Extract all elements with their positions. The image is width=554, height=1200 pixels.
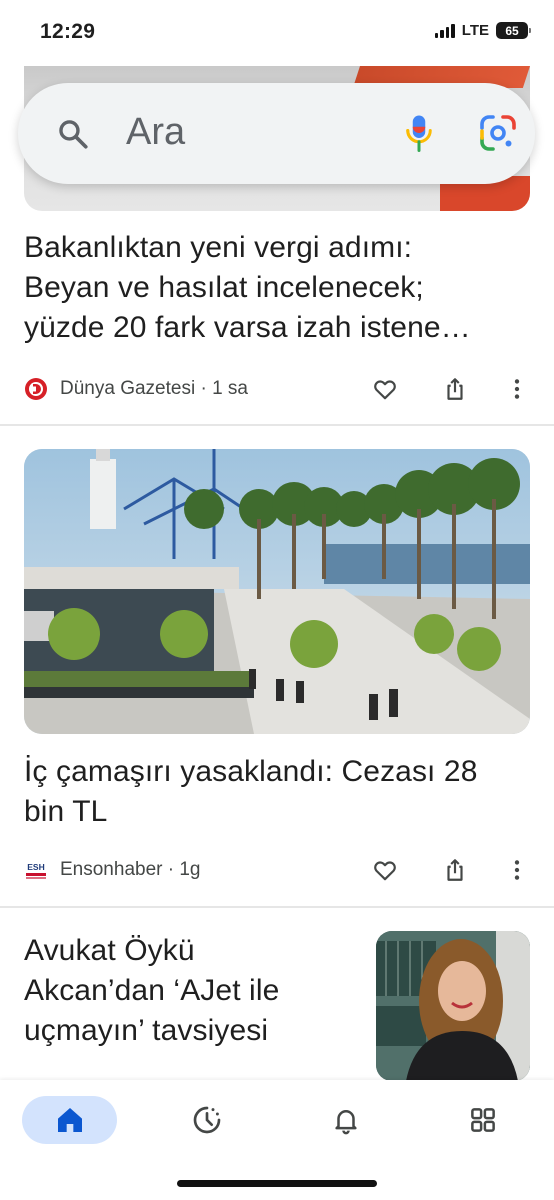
home-icon <box>57 1108 82 1132</box>
search-input[interactable]: Ara <box>126 111 185 154</box>
headline-line: uçmayın’ tavsiyesi <box>24 1014 269 1047</box>
ensonhaber-logo-icon: ESH <box>26 862 46 879</box>
grid-icon <box>471 1108 495 1132</box>
heart-icon[interactable] <box>372 376 398 402</box>
article-3-thumbnail[interactable] <box>376 931 530 1081</box>
heart-icon[interactable] <box>372 857 398 883</box>
share-icon[interactable] <box>442 376 468 402</box>
article-actions <box>370 374 530 404</box>
article-3-headline[interactable]: Avukat Öykü Akcan’dan ‘AJet ile uçmayın’… <box>24 931 354 1051</box>
nav-home[interactable] <box>22 1096 117 1144</box>
divider <box>0 906 554 908</box>
search-icon <box>59 120 88 149</box>
article-source: Dünya Gazetesi · 1 sa <box>60 378 248 399</box>
headline-line: Avukat Öykü <box>24 934 195 967</box>
status-indicators: LTE 65 <box>434 22 531 39</box>
headline-line: Akcan’dan ‘AJet ile <box>24 974 280 1007</box>
dunya-gazetesi-logo-icon <box>25 378 47 400</box>
article-2-meta: ESH Ensonhaber · 1g <box>24 855 530 885</box>
article-1-meta: Dünya Gazetesi · 1 sa <box>24 374 530 404</box>
svg-text:ESH: ESH <box>27 862 44 872</box>
home-indicator[interactable] <box>177 1180 377 1187</box>
share-icon[interactable] <box>442 857 468 883</box>
headline-line: bin TL <box>24 795 108 828</box>
portrait-photo <box>376 931 530 1081</box>
nav-notifications[interactable] <box>322 1096 370 1144</box>
article-source: Ensonhaber · 1g <box>60 859 201 880</box>
nav-collections[interactable] <box>459 1096 507 1144</box>
divider <box>0 424 554 426</box>
microphone-icon[interactable] <box>404 113 434 153</box>
status-bar: 12:29 LTE 65 <box>0 0 554 66</box>
bell-icon <box>335 1110 357 1135</box>
signal-icon <box>434 23 455 38</box>
article-1-headline[interactable]: Bakanlıktan yeni vergi adımı: Beyan ve h… <box>24 228 471 348</box>
promenade-photo <box>24 449 530 734</box>
more-vertical-icon[interactable] <box>504 376 530 402</box>
headline-line: Bakanlıktan yeni vergi adımı: <box>24 231 413 264</box>
search-bar[interactable]: Ara <box>18 83 535 184</box>
google-lens-icon[interactable] <box>478 113 518 153</box>
headline-line: yüzde 20 fark varsa izah istene… <box>24 311 471 344</box>
clock-icon <box>193 1106 221 1134</box>
status-time: 12:29 <box>40 20 96 43</box>
battery-icon: 65 <box>496 22 531 39</box>
article-2-headline[interactable]: İç çamaşırı yasaklandı: Cezası 28 bin TL <box>24 752 478 832</box>
network-type: LTE <box>461 22 489 39</box>
nav-history[interactable] <box>183 1096 231 1144</box>
article-actions <box>370 855 530 885</box>
headline-line: Beyan ve hasılat incelenecek; <box>24 271 424 304</box>
more-vertical-icon[interactable] <box>504 857 530 883</box>
headline-line: İç çamaşırı yasaklandı: Cezası 28 <box>24 755 478 788</box>
article-2-image[interactable] <box>24 449 530 734</box>
